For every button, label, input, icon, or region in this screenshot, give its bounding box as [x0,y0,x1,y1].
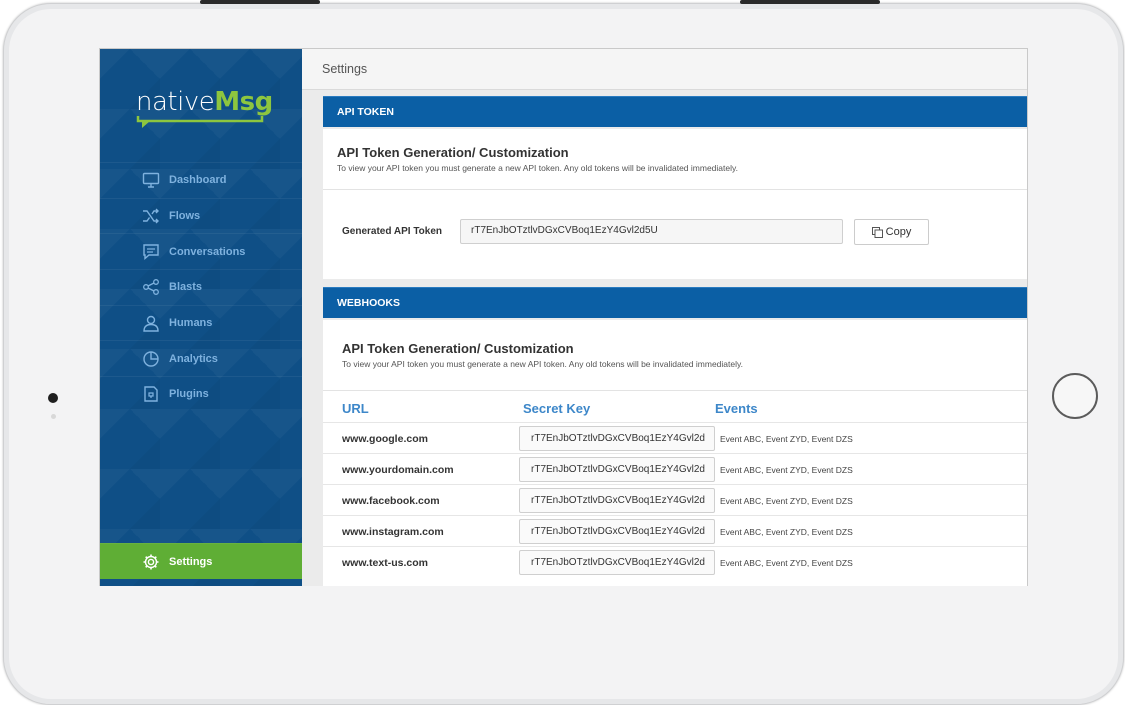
secret-key-field[interactable]: rT7EnJbOTztlvDGxCVBoq1EzY4Gvl2d [519,426,715,451]
secret-key-field[interactable]: rT7EnJbOTztlvDGxCVBoq1EzY4Gvl2d [519,488,715,513]
app-screen: nativeMsg Dashboard Flows Conversations [99,48,1028,586]
card-title: API Token Generation/ Customization [337,145,569,160]
sidebar-item-blasts[interactable]: Blasts [100,269,302,305]
monitor-icon [142,173,160,189]
logo-bubble-icon [136,116,264,128]
api-token-section-header: API TOKEN [323,96,1027,127]
sidebar-nav: Dashboard Flows Conversations Blasts Hum… [100,162,302,412]
table-row: www.instagram.com rT7EnJbOTztlvDGxCVBoq1… [323,515,1027,547]
generated-token-label: Generated API Token [342,226,443,237]
webhook-url: www.instagram.com [342,526,444,538]
section-title: API TOKEN [337,106,394,118]
logo-text-native: native [136,87,215,117]
home-button[interactable] [1052,373,1098,419]
sidebar-item-humans[interactable]: Humans [100,304,302,341]
webhook-url: www.text-us.com [342,557,428,569]
webhook-events: Event ABC, Event ZYD, Event DZS [720,496,853,506]
table-row: www.yourdomain.com rT7EnJbOTztlvDGxCVBoq… [323,453,1027,485]
table-row: www.google.com rT7EnJbOTztlvDGxCVBoq1EzY… [323,422,1027,454]
pie-chart-icon [143,351,159,367]
api-token-field[interactable]: rT7EnJbOTztlvDGxCVBoq1EzY4Gvl2d5U [460,219,843,244]
webhook-events: Event ABC, Event ZYD, Event DZS [720,527,853,537]
secret-key-field[interactable]: rT7EnJbOTztlvDGxCVBoq1EzY4Gvl2d [519,519,715,544]
webhooks-section-header: WEBHOOKS [323,287,1027,318]
top-bar: Settings [302,49,1027,90]
gear-icon [143,554,159,569]
webhooks-card: API Token Generation/ Customization To v… [323,320,1027,586]
sidebar-item-label: Flows [169,210,201,223]
sidebar: nativeMsg Dashboard Flows Conversations [100,49,302,586]
sensor-dot [51,414,56,419]
share-icon [143,279,159,296]
divider [323,189,1027,190]
column-header-url: URL [342,401,369,416]
camera-dot [48,393,58,403]
sidebar-item-label: Humans [169,317,213,330]
frame-shadow [200,0,320,4]
api-token-card: API Token Generation/ Customization To v… [323,129,1027,279]
user-icon [143,315,159,332]
webhook-url: www.google.com [342,433,428,445]
card-title: API Token Generation/ Customization [342,341,574,356]
card-subtitle: To view your API token you must generate… [342,359,743,369]
sidebar-item-flows[interactable]: Flows [100,197,302,234]
webhook-url: www.yourdomain.com [342,464,454,476]
sidebar-item-dashboard[interactable]: Dashboard [100,162,302,198]
column-header-events: Events [715,401,758,416]
sidebar-item-plugins[interactable]: Plugins [100,376,302,412]
sidebar-item-label: Dashboard [169,174,227,187]
webhook-url: www.facebook.com [342,495,440,507]
column-header-secret-key: Secret Key [523,401,591,416]
sidebar-item-label: Plugins [169,388,209,401]
copy-label: Copy [885,226,912,238]
webhook-events: Event ABC, Event ZYD, Event DZS [720,434,853,444]
table-row: www.facebook.com rT7EnJbOTztlvDGxCVBoq1E… [323,484,1027,516]
sidebar-item-label: Blasts [169,281,203,294]
shuffle-icon [143,208,159,224]
secret-key-field[interactable]: rT7EnJbOTztlvDGxCVBoq1EzY4Gvl2d [519,457,715,482]
sidebar-item-label: Analytics [169,352,218,365]
webhook-events: Event ABC, Event ZYD, Event DZS [720,558,853,568]
frame-shadow [740,0,880,4]
sidebar-item-label: Settings [169,555,213,568]
copy-button[interactable]: Copy [854,219,929,245]
logo-text-msg: Msg [214,87,273,117]
sidebar-item-analytics[interactable]: Analytics [100,340,302,376]
copy-icon [871,226,883,238]
sidebar-item-conversations[interactable]: Conversations [100,233,302,269]
card-subtitle: To view your API token you must generate… [337,163,738,173]
chat-icon [143,244,159,260]
table-row: www.text-us.com rT7EnJbOTztlvDGxCVBoq1Ez… [323,546,1027,578]
sidebar-item-settings[interactable]: Settings [100,543,302,579]
plugin-icon [144,386,158,403]
page-title: Settings [322,62,368,76]
sidebar-item-label: Conversations [169,245,246,258]
main-content: Settings API TOKEN API Token Generation/… [302,49,1027,586]
logo: nativeMsg [136,87,273,128]
section-title: WEBHOOKS [337,297,400,309]
divider [323,390,1027,391]
webhook-events: Event ABC, Event ZYD, Event DZS [720,465,853,475]
secret-key-field[interactable]: rT7EnJbOTztlvDGxCVBoq1EzY4Gvl2d [519,550,715,575]
